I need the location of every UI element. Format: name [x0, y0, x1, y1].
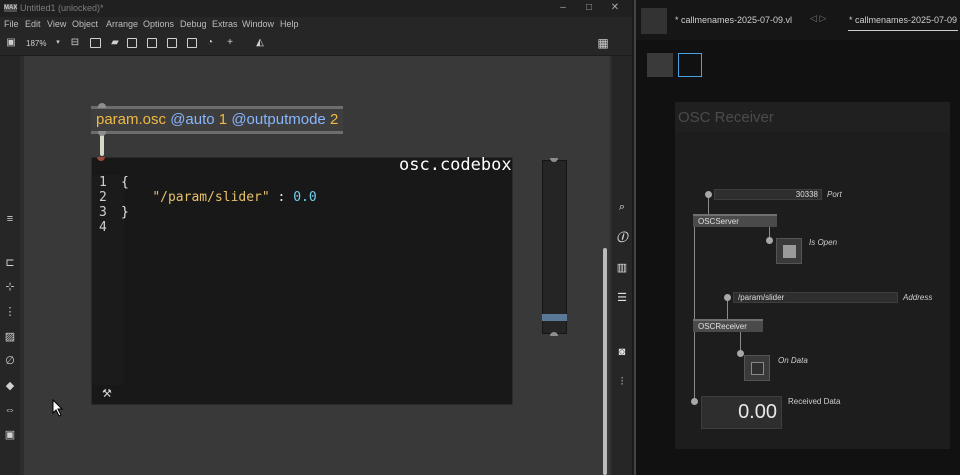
slider-outlet[interactable]	[550, 332, 558, 336]
menu-view[interactable]: View	[47, 19, 66, 29]
code-line-2[interactable]: 2 "/param/slider" : 0.0	[99, 190, 317, 205]
mixer-icon[interactable]: ⫶	[615, 376, 629, 388]
param-inlet[interactable]	[98, 103, 106, 108]
menu-arrange[interactable]: Arrange	[106, 19, 138, 29]
menu-debug[interactable]: Debug	[180, 19, 207, 29]
close-box-icon[interactable]	[127, 38, 137, 48]
vertical-scrollbar[interactable]	[603, 248, 607, 475]
ondata-indicator	[751, 362, 764, 375]
isopen-toggle[interactable]	[776, 238, 802, 264]
tab-document[interactable]: * callmenames-2025-07-09.vl	[675, 15, 792, 25]
patch-cord[interactable]	[100, 134, 104, 156]
info-icon[interactable]: ⓘ	[615, 232, 629, 244]
received-pin[interactable]	[691, 398, 698, 405]
frame-icon[interactable]: ▣	[3, 429, 17, 441]
isopen-label: Is Open	[809, 238, 838, 247]
paint-bucket-icon[interactable]: ◭	[253, 37, 267, 49]
image-icon[interactable]: ▨	[3, 331, 17, 343]
received-label: Received Data	[788, 397, 841, 406]
window-title: Untitled1 (unlocked)*	[20, 3, 104, 13]
slider-knob[interactable]	[542, 313, 567, 321]
attr-auto-value: 1	[218, 111, 228, 128]
zoom-level[interactable]: 187%	[26, 39, 46, 48]
slider[interactable]	[542, 160, 567, 334]
osc-address-key: "/param/slider"	[152, 190, 270, 205]
dial-icon[interactable]: ◔	[203, 37, 217, 49]
menu-icon[interactable]: ≡	[3, 213, 17, 225]
port-input[interactable]: 30338	[714, 189, 822, 200]
search-icon[interactable]: ⌕	[615, 201, 629, 213]
inspector-icon[interactable]: ⋮	[3, 306, 17, 318]
presentation-icon[interactable]: ⊟	[68, 37, 82, 49]
send-icon[interactable]: ◆	[3, 380, 17, 392]
oscreceiver-node[interactable]: OSCReceiver	[693, 319, 763, 332]
port-label: Port	[827, 190, 842, 199]
isopen-pin[interactable]	[766, 237, 773, 244]
link-server[interactable]	[694, 226, 695, 322]
link-port[interactable]	[708, 196, 709, 214]
menu-options[interactable]: Options	[143, 19, 174, 29]
active-tab-underline	[848, 30, 958, 31]
port-value: 30338	[795, 190, 818, 199]
received-data-box[interactable]: 0.00	[701, 396, 782, 429]
sidebar-toggle-icon[interactable]: ▣	[4, 37, 18, 49]
menu-file[interactable]: File	[4, 19, 19, 29]
minimize-button[interactable]: –	[552, 2, 574, 13]
bpatcher-icon[interactable]: ⊏	[3, 257, 17, 269]
osc-value: 0.0	[293, 190, 317, 205]
paperclip-icon[interactable]: ∅	[3, 355, 17, 367]
code-line-1[interactable]: 1{	[99, 175, 129, 190]
codebox-title: osc.codebox	[399, 155, 512, 175]
isopen-indicator	[783, 245, 796, 258]
menu-window[interactable]: Window	[242, 19, 274, 29]
comment-icon[interactable]: ▰	[108, 37, 122, 49]
camera-icon[interactable]: ◙	[615, 346, 629, 358]
chevron-down-icon[interactable]: ▾	[51, 37, 65, 49]
attr-outputmode: @outputmode	[231, 111, 326, 128]
port-pin[interactable]	[705, 191, 712, 198]
book-icon[interactable]: ▥	[615, 262, 629, 274]
menu-edit[interactable]: Edit	[25, 19, 41, 29]
link-address[interactable]	[727, 299, 728, 319]
menu-object[interactable]: Object	[72, 19, 98, 29]
object-name: param.osc	[96, 111, 167, 128]
menu-help[interactable]: Help	[280, 19, 299, 29]
wrench-icon[interactable]: ⚒	[102, 387, 114, 400]
tab-patch[interactable]: * callmenames-2025-07-09	[849, 15, 957, 25]
oscserver-node[interactable]: OSCServer	[693, 214, 777, 227]
ondata-label: On Data	[778, 356, 808, 365]
maximize-button[interactable]: □	[578, 2, 600, 13]
attr-auto: @auto	[170, 111, 215, 128]
grid-icon[interactable]: ▦	[596, 37, 610, 49]
close-button[interactable]: ✕	[604, 2, 626, 13]
tab-nav-icon[interactable]: ◁ ▷	[810, 13, 826, 24]
received-value: 0.00	[738, 401, 777, 423]
list-icon[interactable]: ☰	[615, 292, 629, 304]
audio-icon[interactable]: ⊹	[3, 281, 17, 293]
ondata-bang[interactable]	[744, 355, 770, 381]
vvvv-logo-icon	[641, 8, 667, 34]
number-box-icon[interactable]	[147, 38, 157, 48]
address-pin[interactable]	[724, 294, 731, 301]
code-line-3[interactable]: 3}	[99, 205, 129, 220]
add-icon[interactable]: +	[223, 37, 237, 49]
swap-icon[interactable]: ⇔	[3, 404, 17, 416]
toggle-icon[interactable]	[187, 38, 197, 48]
mouse-cursor-icon	[52, 399, 64, 417]
attr-outputmode-value: 2	[329, 111, 339, 128]
address-input[interactable]: /param/slider	[733, 292, 898, 303]
selection-button[interactable]	[678, 53, 702, 77]
menu-extras[interactable]: Extras	[212, 19, 238, 29]
new-object-icon[interactable]	[90, 38, 101, 48]
ondata-pin[interactable]	[737, 350, 744, 357]
address-label: Address	[903, 293, 933, 302]
max-logo-icon: MAX	[4, 4, 18, 12]
message-box-icon[interactable]	[167, 38, 177, 48]
link-received[interactable]	[694, 332, 695, 402]
group-title: OSC Receiver	[678, 109, 774, 126]
param-osc-text: param.osc @auto 1 @outputmode 2	[96, 111, 338, 128]
node-browser-button[interactable]	[647, 53, 673, 77]
code-line-4[interactable]: 4	[99, 220, 121, 235]
address-value: /param/slider	[738, 293, 785, 302]
